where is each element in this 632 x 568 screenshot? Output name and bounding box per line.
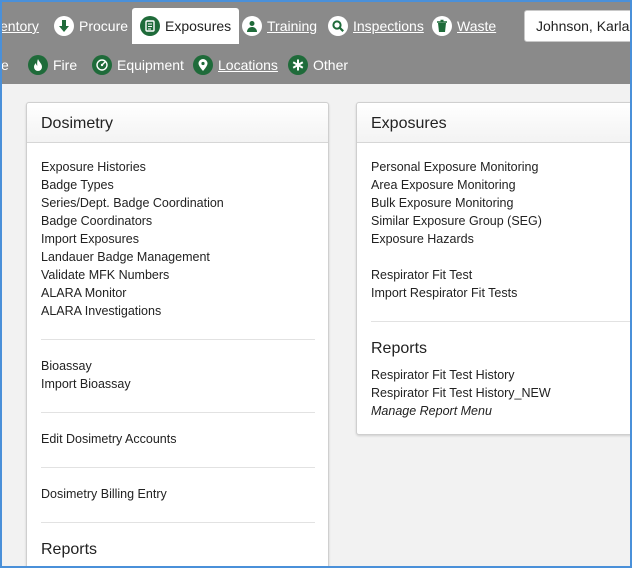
nav-fire-label: Fire [53, 57, 78, 73]
link-alara-investigations[interactable]: ALARA Investigations [41, 302, 224, 320]
link-similar-exposure-group[interactable]: Similar Exposure Group (SEG) [371, 212, 542, 230]
exposures-links-main: Personal Exposure Monitoring Area Exposu… [371, 158, 542, 248]
exposures-panel-title: Exposures [357, 103, 630, 143]
nav-exposures-label: Exposures [165, 18, 232, 34]
app-frame: entory Procure Exposures Training Inspec… [0, 0, 632, 568]
link-import-exposures[interactable]: Import Exposures [41, 230, 224, 248]
link-respirator-fit-test-history-new[interactable]: Respirator Fit Test History_NEW [371, 384, 551, 402]
link-import-respirator-fit-tests[interactable]: Import Respirator Fit Tests [371, 284, 517, 302]
link-exposure-hazards[interactable]: Exposure Hazards [371, 230, 542, 248]
link-respirator-fit-test-history[interactable]: Respirator Fit Test History [371, 366, 551, 384]
link-dosimetry-billing-entry[interactable]: Dosimetry Billing Entry [41, 485, 167, 503]
exposures-report-links: Respirator Fit Test History Respirator F… [371, 366, 551, 420]
dosimetry-links-billing: Dosimetry Billing Entry [41, 485, 167, 503]
link-series-dept-badge-coordination[interactable]: Series/Dept. Badge Coordination [41, 194, 224, 212]
divider [41, 339, 315, 340]
nav-inspections-label: Inspections [353, 18, 424, 34]
trash-icon [432, 16, 452, 36]
nav-procure[interactable]: Procure [54, 15, 128, 37]
dosimetry-panel: Dosimetry Exposure Histories Badge Types… [26, 102, 329, 566]
link-edit-dosimetry-accounts[interactable]: Edit Dosimetry Accounts [41, 430, 176, 448]
dosimetry-links-main: Exposure Histories Badge Types Series/De… [41, 158, 224, 320]
link-personal-exposure-monitoring[interactable]: Personal Exposure Monitoring [371, 158, 542, 176]
link-landauer-badge-management[interactable]: Landauer Badge Management [41, 248, 224, 266]
link-badge-types[interactable]: Badge Types [41, 176, 224, 194]
link-exposure-histories[interactable]: Exposure Histories [41, 158, 224, 176]
download-arrow-icon [54, 16, 74, 36]
link-badge-coordinators[interactable]: Badge Coordinators [41, 212, 224, 230]
map-pin-icon [193, 55, 213, 75]
nav-row2-partial[interactable]: e [1, 54, 9, 76]
link-alara-monitor[interactable]: ALARA Monitor [41, 284, 224, 302]
divider [41, 412, 315, 413]
nav-procure-label: Procure [79, 18, 129, 34]
nav-training[interactable]: Training [242, 15, 317, 37]
gauge-icon [92, 55, 112, 75]
nav-inventory[interactable]: entory [0, 15, 39, 37]
nav-waste[interactable]: Waste [432, 15, 496, 37]
dosimetry-links-bioassay: Bioassay Import Bioassay [41, 357, 131, 393]
top-navigation: entory Procure Exposures Training Inspec… [0, 2, 630, 84]
nav-fire[interactable]: Fire [28, 54, 77, 76]
exposures-reports-heading: Reports [371, 340, 428, 357]
dosimetry-reports-heading: Reports [41, 541, 98, 558]
nav-equipment[interactable]: Equipment [92, 54, 184, 76]
clipboard-icon [140, 16, 160, 36]
link-import-bioassay[interactable]: Import Bioassay [41, 375, 131, 393]
divider [41, 522, 315, 523]
nav-waste-label: Waste [457, 18, 497, 34]
link-manage-report-menu[interactable]: Manage Report Menu [371, 402, 551, 420]
dosimetry-panel-title: Dosimetry [27, 103, 328, 143]
nav-other-label: Other [313, 57, 349, 73]
link-area-exposure-monitoring[interactable]: Area Exposure Monitoring [371, 176, 542, 194]
nav-inventory-label: entory [0, 18, 39, 34]
asterisk-icon [288, 55, 308, 75]
user-account-button[interactable]: Johnson, Karla [524, 10, 630, 42]
person-icon [242, 16, 262, 36]
dosimetry-links-accounts: Edit Dosimetry Accounts [41, 430, 176, 448]
divider [41, 467, 315, 468]
nav-training-label: Training [267, 18, 318, 34]
link-respirator-fit-test[interactable]: Respirator Fit Test [371, 266, 517, 284]
divider [371, 321, 630, 322]
nav-locations-label: Locations [218, 57, 278, 73]
nav-other[interactable]: Other [288, 54, 348, 76]
nav-exposures[interactable]: Exposures [132, 8, 240, 44]
nav-equipment-label: Equipment [117, 57, 184, 73]
flame-icon [28, 55, 48, 75]
link-validate-mfk-numbers[interactable]: Validate MFK Numbers [41, 266, 224, 284]
link-bulk-exposure-monitoring[interactable]: Bulk Exposure Monitoring [371, 194, 542, 212]
nav-row2-partial-label: e [1, 57, 9, 73]
magnifier-icon [328, 16, 348, 36]
link-bioassay[interactable]: Bioassay [41, 357, 131, 375]
nav-locations[interactable]: Locations [193, 54, 278, 76]
nav-inspections[interactable]: Inspections [328, 15, 424, 37]
exposures-links-respirator: Respirator Fit Test Import Respirator Fi… [371, 266, 517, 302]
exposures-panel: Exposures Personal Exposure Monitoring A… [356, 102, 630, 435]
